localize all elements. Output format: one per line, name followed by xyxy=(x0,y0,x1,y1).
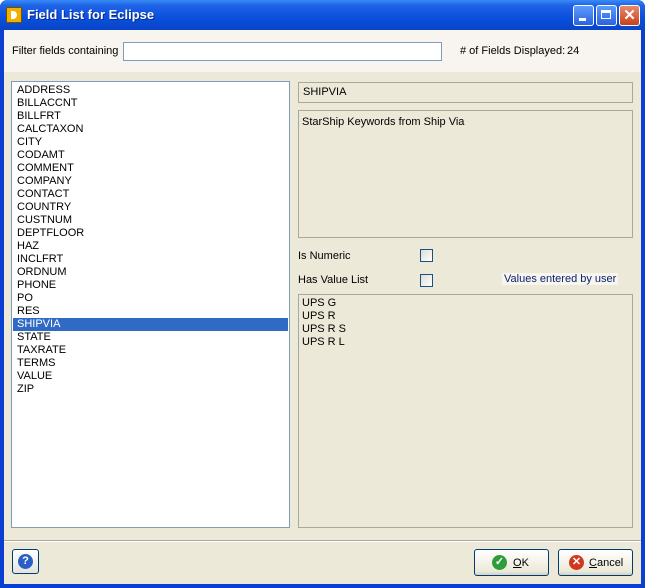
dialog-client: Filter fields containing # of Fields Dis… xyxy=(4,30,641,584)
fields-count-label: # of Fields Displayed: xyxy=(460,45,566,57)
field-list-item[interactable]: CALCTAXON xyxy=(13,123,288,136)
close-button[interactable]: ✕ xyxy=(619,5,640,26)
field-list-item[interactable]: CONTACT xyxy=(13,188,288,201)
value-line: UPS R L xyxy=(302,336,345,348)
help-button[interactable]: ? xyxy=(12,549,39,574)
values-list-box[interactable]: UPS G UPS R UPS R S UPS R L xyxy=(298,294,633,528)
field-list-item[interactable]: ORDNUM xyxy=(13,266,288,279)
value-line: UPS G xyxy=(302,297,337,309)
app-icon xyxy=(6,7,22,23)
check-icon: ✓ xyxy=(492,555,507,570)
maximize-button[interactable] xyxy=(596,5,617,26)
has-value-list-label: Has Value List xyxy=(298,274,369,286)
is-numeric-checkbox[interactable] xyxy=(420,249,433,262)
is-numeric-label: Is Numeric xyxy=(298,250,351,262)
field-list[interactable]: ADDRESS BILLACCNT BILLFRT CALCTAXON CITY CODA… xyxy=(11,81,290,528)
minimize-button[interactable] xyxy=(573,5,594,26)
field-list-item[interactable]: DEPTFLOOR xyxy=(13,227,288,240)
value-line: UPS R S xyxy=(302,323,347,335)
filter-input[interactable] xyxy=(123,42,442,61)
field-list-item[interactable]: PO xyxy=(13,292,288,305)
has-value-list-checkbox[interactable] xyxy=(420,274,433,287)
help-icon: ? xyxy=(18,554,33,569)
ok-button-label: OK xyxy=(513,557,529,569)
field-list-item[interactable]: INCLFRT xyxy=(13,253,288,266)
fields-count-value: 24 xyxy=(567,45,580,57)
field-list-item[interactable]: PHONE xyxy=(13,279,288,292)
footer-divider xyxy=(4,540,641,542)
dialog-window: Field List for Eclipse ✕ Filter fields c… xyxy=(0,0,645,588)
field-list-item[interactable]: STATE xyxy=(13,331,288,344)
cancel-button-label: Cancel xyxy=(589,557,624,569)
values-note: Values entered by user xyxy=(502,273,619,285)
title-bar[interactable]: Field List for Eclipse ✕ xyxy=(0,0,645,30)
field-list-item[interactable]: CUSTNUM xyxy=(13,214,288,227)
close-icon: ✕ xyxy=(623,7,636,24)
cancel-icon: ✕ xyxy=(569,555,584,570)
field-list-item[interactable]: COMPANY xyxy=(13,175,288,188)
field-list-item[interactable]: ADDRESS xyxy=(13,84,288,97)
filter-label: Filter fields containing xyxy=(12,45,119,57)
field-list-item[interactable]: COMMENT xyxy=(13,162,288,175)
cancel-button[interactable]: ✕ Cancel xyxy=(558,549,633,576)
field-list-item[interactable]: HAZ xyxy=(13,240,288,253)
field-list-item[interactable]: SHIPVIA xyxy=(13,318,288,331)
field-name-box: SHIPVIA xyxy=(298,82,633,103)
field-list-item[interactable]: CITY xyxy=(13,136,288,149)
field-list-item[interactable]: VALUE xyxy=(13,370,288,383)
field-list-item[interactable]: BILLACCNT xyxy=(13,97,288,110)
field-list-item[interactable]: RES xyxy=(13,305,288,318)
field-list-item[interactable]: TERMS xyxy=(13,357,288,370)
value-line: UPS R xyxy=(302,310,336,322)
field-list-item[interactable]: TAXRATE xyxy=(13,344,288,357)
field-list-item[interactable]: BILLFRT xyxy=(13,110,288,123)
field-description-box[interactable]: StarShip Keywords from Ship Via xyxy=(298,110,633,238)
field-list-item[interactable]: ZIP xyxy=(13,383,288,396)
filter-bar: Filter fields containing # of Fields Dis… xyxy=(4,30,641,72)
field-list-item[interactable]: CODAMT xyxy=(13,149,288,162)
window-title: Field List for Eclipse xyxy=(27,7,155,22)
field-list-item[interactable]: COUNTRY xyxy=(13,201,288,214)
ok-button[interactable]: ✓ OK xyxy=(474,549,549,576)
